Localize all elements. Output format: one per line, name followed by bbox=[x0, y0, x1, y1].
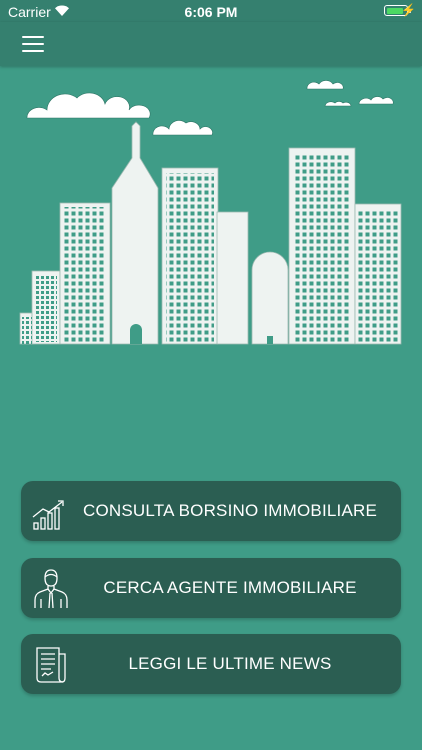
clock: 6:06 PM bbox=[184, 4, 238, 20]
news-button-label: LEGGI LE ULTIME NEWS bbox=[128, 654, 332, 673]
news-button[interactable]: LEGGI LE ULTIME NEWS bbox=[21, 634, 401, 694]
cerca-agente-button[interactable]: CERCA AGENTE IMMOBILIARE bbox=[21, 558, 401, 618]
cerca-agente-button-label: CERCA AGENTE IMMOBILIARE bbox=[103, 578, 357, 597]
city-skyline-illustration bbox=[19, 80, 402, 345]
bar-chart-growth-icon bbox=[32, 500, 64, 530]
borsino-button[interactable]: CONSULTA BORSINO IMMOBILIARE bbox=[21, 481, 401, 541]
hamburger-menu-icon[interactable] bbox=[22, 36, 44, 52]
agent-person-icon bbox=[34, 569, 68, 609]
navigation-bar bbox=[0, 22, 422, 66]
news-document-icon bbox=[36, 647, 66, 683]
borsino-button-label: CONSULTA BORSINO IMMOBILIARE bbox=[82, 501, 378, 520]
status-bar: Carrier 6:06 PM ⚡ bbox=[0, 0, 422, 22]
charging-bolt-icon: ⚡ bbox=[401, 3, 416, 17]
